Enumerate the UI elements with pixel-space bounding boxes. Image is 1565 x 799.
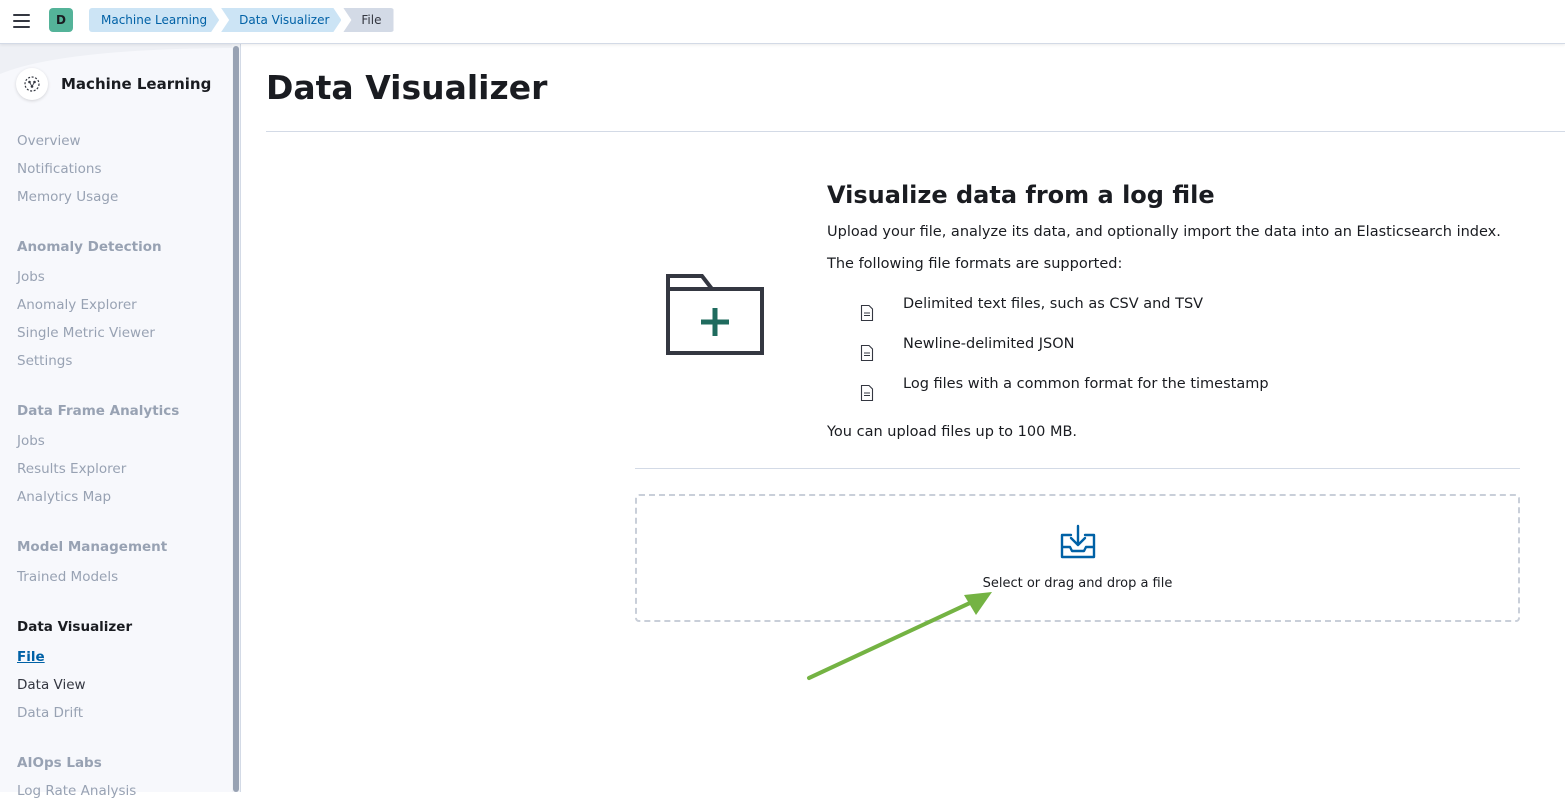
list-item: Log files with a common format for the t… xyxy=(858,376,1269,402)
sidebar-group-model-management: Model Management xyxy=(17,539,168,555)
formats-intro: The following file formats are supported… xyxy=(827,256,1123,272)
hero-title: Visualize data from a log file xyxy=(827,181,1215,209)
sidebar-item-trained-models[interactable]: Trained Models xyxy=(17,569,118,585)
scrollbar-thumb[interactable] xyxy=(233,46,239,792)
document-icon xyxy=(860,304,874,322)
dropzone-label[interactable]: Select or drag and drop a file xyxy=(635,576,1520,591)
sidebar-item-data-view[interactable]: Data View xyxy=(17,677,86,693)
sidebar-item-memory-usage[interactable]: Memory Usage xyxy=(17,189,118,205)
format-label: Log files with a common format for the t… xyxy=(903,376,1269,392)
sidebar-scrollbar[interactable] xyxy=(232,44,240,792)
sidebar-item-analytics-map[interactable]: Analytics Map xyxy=(17,489,111,505)
sidebar-item-anomaly-explorer[interactable]: Anomaly Explorer xyxy=(17,297,137,313)
breadcrumb-file: File xyxy=(343,8,394,32)
ml-logo-icon xyxy=(16,68,48,100)
top-header: D Machine Learning Data Visualizer File xyxy=(0,0,1565,44)
sidebar-group-aiops-labs: AIOps Labs xyxy=(17,755,102,771)
sidebar-item-single-metric-viewer[interactable]: Single Metric Viewer xyxy=(17,325,155,341)
sidebar-item-file[interactable]: File xyxy=(17,649,45,665)
sidebar-item-notifications[interactable]: Notifications xyxy=(17,161,102,177)
file-size-limit: You can upload files up to 100 MB. xyxy=(827,424,1078,440)
sidebar-header: Machine Learning xyxy=(16,68,211,100)
sidebar-item-log-rate-analysis[interactable]: Log Rate Analysis xyxy=(17,783,136,799)
sidebar-group-anomaly-detection: Anomaly Detection xyxy=(17,239,162,255)
page-title: Data Visualizer xyxy=(266,68,548,107)
hero-description: Upload your file, analyze its data, and … xyxy=(827,224,1501,240)
breadcrumb: Machine Learning Data Visualizer File xyxy=(89,8,396,32)
list-item: Newline-delimited JSON xyxy=(858,336,1075,362)
space-avatar[interactable]: D xyxy=(49,8,73,32)
sidebar-item-settings[interactable]: Settings xyxy=(17,353,72,369)
format-label: Delimited text files, such as CSV and TS… xyxy=(903,296,1204,312)
format-label: Newline-delimited JSON xyxy=(903,336,1075,352)
sidebar-group-data-frame-analytics: Data Frame Analytics xyxy=(17,403,180,419)
list-item: Delimited text files, such as CSV and TS… xyxy=(858,296,1203,322)
sidebar-item-ad-jobs[interactable]: Jobs xyxy=(17,269,45,285)
breadcrumb-machine-learning[interactable]: Machine Learning xyxy=(89,8,219,32)
sidebar-title: Machine Learning xyxy=(61,75,212,93)
folder-add-icon xyxy=(664,272,766,362)
menu-icon[interactable] xyxy=(10,10,32,32)
title-divider xyxy=(266,131,1565,132)
sidebar-item-data-drift[interactable]: Data Drift xyxy=(17,705,83,721)
sidebar-item-results-explorer[interactable]: Results Explorer xyxy=(17,461,126,477)
sidebar-divider xyxy=(240,44,241,792)
upload-icon[interactable] xyxy=(1058,523,1098,565)
document-icon xyxy=(860,344,874,362)
annotation-arrow xyxy=(800,585,1000,689)
sidebar-item-overview[interactable]: Overview xyxy=(17,133,81,149)
sidebar-item-dfa-jobs[interactable]: Jobs xyxy=(17,433,45,449)
document-icon xyxy=(860,384,874,402)
hero-divider xyxy=(635,468,1520,469)
sidebar-group-data-visualizer: Data Visualizer xyxy=(17,619,133,635)
breadcrumb-data-visualizer[interactable]: Data Visualizer xyxy=(221,8,341,32)
